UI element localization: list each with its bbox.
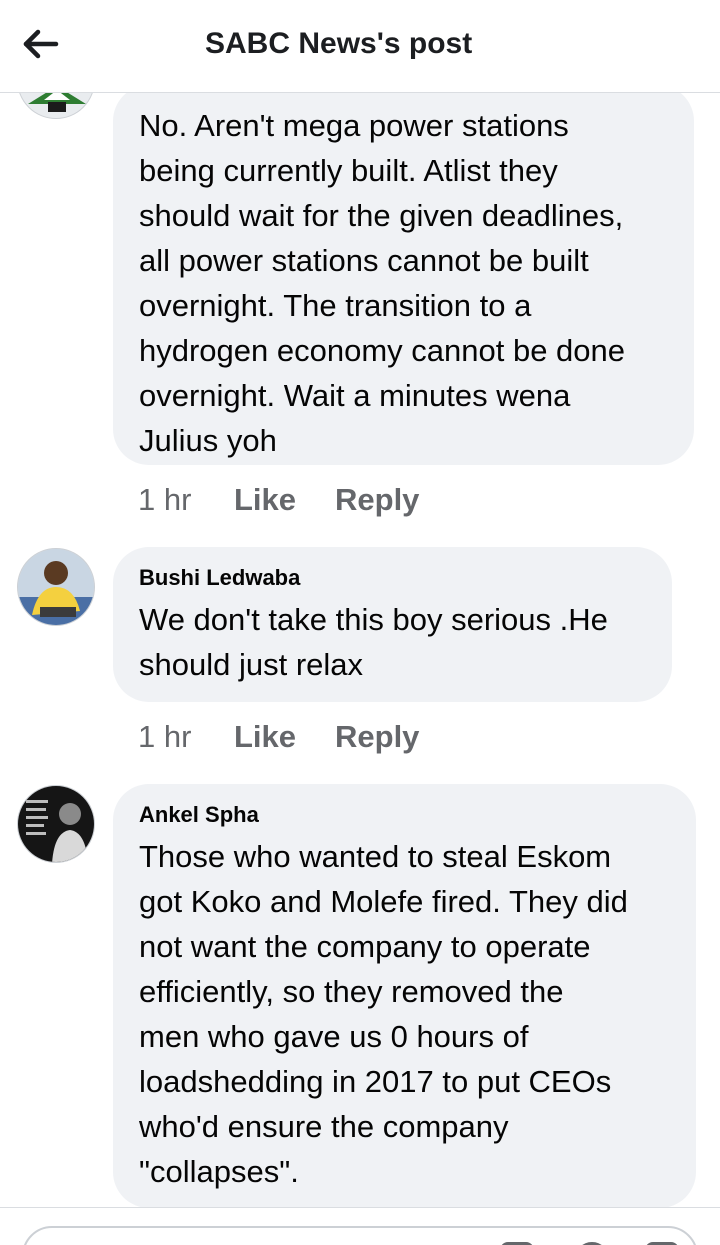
back-button[interactable]	[20, 22, 72, 66]
profile-photo-icon	[18, 786, 94, 862]
top-bar: SABC News's post	[0, 0, 720, 93]
comment-author[interactable]: Bushi Ledwaba	[139, 565, 646, 591]
profile-photo-icon	[18, 549, 94, 625]
reply-button[interactable]: Reply	[335, 482, 419, 518]
commenter-avatar[interactable]	[17, 785, 95, 863]
comment-timestamp: 1 hr	[138, 482, 192, 517]
comment-composer	[0, 1207, 720, 1245]
reply-button[interactable]: Reply	[335, 719, 419, 755]
arrow-left-icon	[23, 29, 59, 59]
page-title: SABC News's post	[205, 27, 473, 60]
comment-bubble: No. Aren't mega power stations being cur…	[113, 93, 694, 465]
comment-bubble: Bushi Ledwaba We don't take this boy ser…	[113, 547, 672, 702]
comment-text: No. Aren't mega power stations being cur…	[139, 108, 626, 458]
like-button[interactable]: Like	[234, 482, 296, 518]
comment-text: We don't take this boy serious .He shoul…	[139, 602, 608, 682]
comment-text: Those who wanted to steal Eskom got Koko…	[139, 839, 628, 1189]
comments-list: No. Aren't mega power stations being cur…	[0, 93, 720, 1207]
like-button[interactable]: Like	[234, 719, 296, 755]
commenter-avatar[interactable]	[17, 93, 95, 119]
comment-author[interactable]: Ankel Spha	[139, 802, 670, 828]
comment-bubble: Ankel Spha Those who wanted to steal Esk…	[113, 784, 696, 1207]
comment-timestamp: 1 hr	[138, 719, 192, 754]
profile-photo-icon	[18, 93, 94, 118]
commenter-avatar[interactable]	[17, 548, 95, 626]
